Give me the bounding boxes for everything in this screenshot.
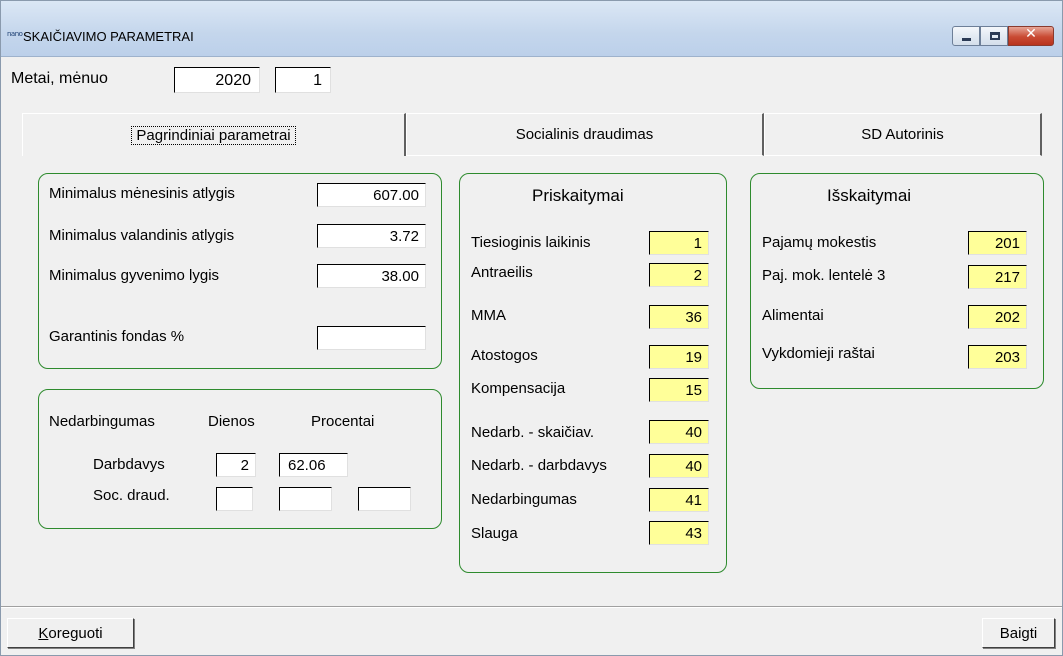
accrual-label: Slauga bbox=[471, 525, 518, 542]
tab-social-insurance[interactable]: Socialinis draudimas bbox=[406, 113, 764, 156]
finish-button[interactable]: Baigti bbox=[982, 618, 1055, 648]
accrual-label: Antraeilis bbox=[471, 264, 533, 281]
year-field[interactable]: 2020 bbox=[174, 67, 260, 93]
social-insurance-label: Soc. draud. bbox=[93, 487, 170, 504]
guarantee-fund-field[interactable] bbox=[317, 326, 426, 350]
accrual-code-field[interactable]: 40 bbox=[649, 454, 709, 478]
accrual-label: Nedarb. - skaičiav. bbox=[471, 424, 595, 441]
maximize-button[interactable] bbox=[980, 26, 1008, 46]
accrual-code-field[interactable]: 36 bbox=[649, 305, 709, 329]
accrual-code-field[interactable]: 43 bbox=[649, 521, 709, 545]
percent-header: Procentai bbox=[311, 413, 375, 430]
deduction-code-field[interactable]: 202 bbox=[968, 305, 1027, 329]
monthly-min-label: Minimalus mėnesinis atlygis bbox=[49, 185, 235, 202]
deduction-label: Alimentai bbox=[762, 307, 824, 324]
accrual-label: Nedarb. - darbdavys bbox=[471, 457, 607, 474]
app-logo-icon: nano bbox=[7, 30, 23, 38]
accruals-title: Priskaitymai bbox=[532, 186, 624, 205]
deduction-code-field[interactable]: 201 bbox=[968, 231, 1027, 255]
close-icon: ✕ bbox=[1025, 26, 1037, 42]
accrual-label: MMA bbox=[471, 307, 506, 324]
tab-label: SD Autorinis bbox=[861, 126, 944, 143]
month-field[interactable]: 1 bbox=[275, 67, 331, 93]
tab-label: Socialinis draudimas bbox=[515, 126, 654, 143]
monthly-min-field[interactable]: 607.00 bbox=[317, 183, 426, 207]
social-extra-field[interactable] bbox=[358, 487, 411, 511]
social-days-field[interactable] bbox=[216, 487, 253, 511]
hourly-min-label: Minimalus valandinis atlygis bbox=[49, 227, 235, 244]
accrual-label: Kompensacija bbox=[471, 380, 566, 397]
accrual-code-field[interactable]: 41 bbox=[649, 488, 709, 512]
employer-label: Darbdavys bbox=[93, 456, 165, 473]
tab-main-parameters[interactable]: Pagrindiniai parametrai bbox=[22, 113, 406, 156]
tab-strip: Pagrindiniai parametrai Socialinis draud… bbox=[22, 113, 1042, 156]
guarantee-fund-label: Garantinis fondas % bbox=[49, 328, 185, 345]
employer-days-field[interactable]: 2 bbox=[216, 453, 256, 477]
accrual-code-field[interactable]: 40 bbox=[649, 420, 709, 444]
edit-button[interactable]: Koreguoti bbox=[7, 618, 134, 648]
accrual-code-field[interactable]: 19 bbox=[649, 345, 709, 369]
edit-button-label: oreguoti bbox=[48, 625, 103, 642]
days-header: Dienos bbox=[208, 413, 255, 430]
employer-percent-field[interactable]: 62.06 bbox=[279, 453, 348, 477]
accrual-label: Atostogos bbox=[471, 347, 538, 364]
accrual-label: Tiesioginis laikinis bbox=[471, 234, 591, 251]
deductions-title: Išskaitymai bbox=[827, 186, 912, 205]
close-button[interactable]: ✕ bbox=[1008, 26, 1054, 46]
deduction-label: Pajamų mokestis bbox=[762, 234, 877, 251]
maximize-icon bbox=[990, 32, 1000, 40]
accrual-label: Nedarbingumas bbox=[471, 491, 577, 508]
accrual-code-field[interactable]: 2 bbox=[649, 263, 709, 287]
accrual-code-field[interactable]: 15 bbox=[649, 378, 709, 402]
deduction-code-field[interactable]: 217 bbox=[968, 265, 1027, 289]
living-min-field[interactable]: 38.00 bbox=[317, 264, 426, 288]
minimize-button[interactable] bbox=[952, 26, 980, 46]
tab-sd-author[interactable]: SD Autorinis bbox=[764, 113, 1042, 156]
disability-title: Nedarbingumas bbox=[49, 413, 155, 430]
window-title: SKAIČIAVIMO PARAMETRAI bbox=[23, 29, 194, 44]
edit-button-accesskey: K bbox=[38, 625, 49, 642]
social-percent-field[interactable] bbox=[279, 487, 332, 511]
minimize-icon bbox=[962, 38, 971, 41]
accrual-code-field[interactable]: 1 bbox=[649, 231, 709, 255]
footer-divider bbox=[1, 606, 1062, 608]
deduction-label: Vykdomieji raštai bbox=[762, 345, 875, 362]
hourly-min-field[interactable]: 3.72 bbox=[317, 224, 426, 248]
tab-label: Pagrindiniai parametrai bbox=[131, 126, 296, 145]
title-bar[interactable]: nano SKAIČIAVIMO PARAMETRAI ✕ bbox=[1, 1, 1062, 57]
app-window: nano SKAIČIAVIMO PARAMETRAI ✕ Metai, mėn… bbox=[0, 0, 1063, 656]
deduction-code-field[interactable]: 203 bbox=[968, 345, 1027, 369]
deduction-label: Paj. mok. lentelė 3 bbox=[762, 267, 886, 284]
period-label: Metai, mėnuo bbox=[11, 70, 108, 87]
living-min-label: Minimalus gyvenimo lygis bbox=[49, 267, 220, 284]
